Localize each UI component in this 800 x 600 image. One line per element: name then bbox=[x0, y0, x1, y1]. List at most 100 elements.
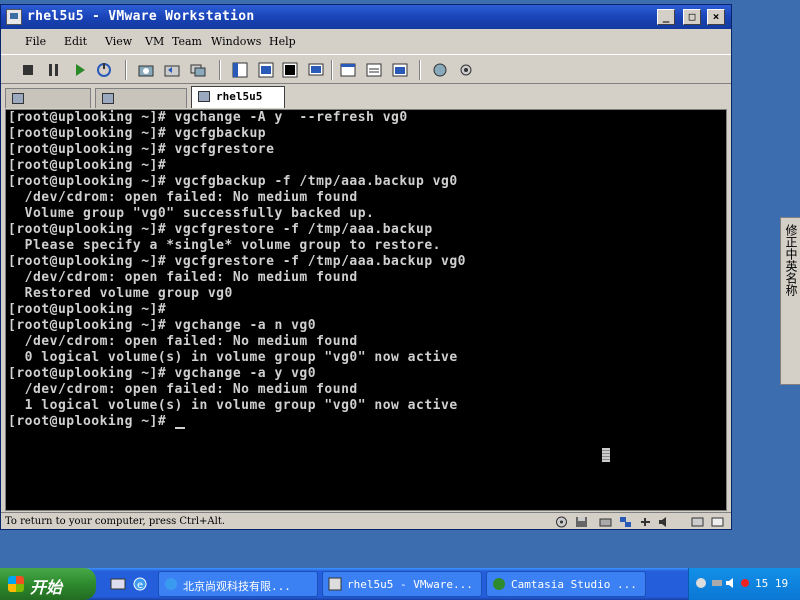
network-device-icon[interactable] bbox=[619, 516, 632, 528]
quick-switch-icon[interactable] bbox=[257, 61, 275, 79]
internet-explorer-icon[interactable]: e bbox=[132, 576, 148, 592]
clock: 15 19 bbox=[755, 577, 789, 590]
tab-vm-2[interactable] bbox=[95, 88, 187, 108]
reset-icon[interactable] bbox=[95, 61, 113, 79]
show-desktop-icon[interactable] bbox=[110, 576, 126, 592]
tab-label: rhel5u5 bbox=[216, 90, 263, 103]
windows-logo-icon bbox=[8, 576, 24, 592]
snapshot-manager-icon[interactable] bbox=[189, 61, 207, 79]
summary-view-icon[interactable] bbox=[339, 61, 357, 79]
window-title: rhel5u5 - VMware Workstation bbox=[27, 9, 255, 24]
status-text: To return to your computer, press Ctrl+A… bbox=[5, 516, 226, 527]
revert-snapshot-icon[interactable] bbox=[163, 61, 181, 79]
vmware-icon bbox=[328, 577, 342, 591]
taskbar-item-label: rhel5u5 - VMware... bbox=[347, 578, 473, 591]
status-flag-icon[interactable] bbox=[711, 516, 724, 528]
menu-vm[interactable]: VM bbox=[145, 35, 164, 48]
mouse-cursor-icon bbox=[602, 448, 610, 462]
taskbar-item-1[interactable]: 北京尚观科技有限... bbox=[158, 571, 318, 597]
tray-network-icon[interactable] bbox=[711, 577, 723, 589]
message-log-icon[interactable] bbox=[691, 516, 704, 528]
console-line: [root@uplooking ~]# vgcfgrestore -f /tmp… bbox=[8, 254, 466, 269]
vm-tab-icon bbox=[198, 91, 210, 102]
side-floating-panel[interactable]: 修正中英名称 bbox=[780, 217, 800, 385]
console-line: Volume group "vg0" successfully backed u… bbox=[8, 206, 375, 221]
console-line: [root@uplooking ~]# vgcfgbackup bbox=[8, 126, 267, 141]
console-line: [root@uplooking ~]# vgchange -a n vg0 bbox=[8, 318, 317, 333]
tray-misc-icon[interactable] bbox=[739, 577, 751, 589]
menu-help[interactable]: Help bbox=[269, 35, 296, 48]
side-panel-text: 修正中英名称 bbox=[784, 224, 798, 296]
toolbar-separator bbox=[331, 60, 333, 80]
taskbar: 开始 e 北京尚观科技有限... rhel5u5 - VMware... Cam… bbox=[0, 568, 800, 600]
menu-edit[interactable]: Edit bbox=[64, 35, 87, 48]
console-line: 0 logical volume(s) in volume group "vg0… bbox=[8, 350, 458, 365]
taskbar-item-label: Camtasia Studio ... bbox=[511, 578, 637, 591]
menu-windows[interactable]: Windows bbox=[211, 35, 261, 48]
snapshot-icon[interactable] bbox=[137, 61, 155, 79]
title-bar[interactable]: rhel5u5 - VMware Workstation _ □ × bbox=[1, 5, 731, 29]
console-prompt-line: [root@uplooking ~]# bbox=[8, 414, 185, 430]
sound-device-icon[interactable] bbox=[657, 516, 670, 528]
console-line: [root@uplooking ~]# vgchange -A y --refr… bbox=[8, 110, 408, 125]
browser-window-icon bbox=[165, 578, 177, 590]
vm-tab-icon bbox=[102, 93, 114, 104]
minimize-button[interactable]: _ bbox=[657, 9, 675, 25]
console-line: /dev/cdrom: open failed: No medium found bbox=[8, 382, 358, 397]
tab-rhel5u5[interactable]: rhel5u5 bbox=[191, 86, 285, 108]
console-line: /dev/cdrom: open failed: No medium found bbox=[8, 270, 358, 285]
cdrom-device-icon[interactable] bbox=[555, 516, 568, 528]
play-icon[interactable] bbox=[71, 61, 89, 79]
appliance-view-icon[interactable] bbox=[365, 61, 383, 79]
console-line: [root@uplooking ~]# vgchange -a y vg0 bbox=[8, 366, 317, 381]
preferences-icon[interactable] bbox=[457, 61, 475, 79]
console-line: 1 logical volume(s) in volume group "vg0… bbox=[8, 398, 458, 413]
text-cursor bbox=[174, 427, 185, 429]
console-line: /dev/cdrom: open failed: No medium found bbox=[8, 190, 358, 205]
menu-bar: File Edit View VM Team Windows Help bbox=[1, 31, 731, 53]
full-screen-icon[interactable] bbox=[307, 61, 325, 79]
vm-tab-icon bbox=[12, 93, 24, 104]
console-line: Please specify a *single* volume group t… bbox=[8, 238, 441, 253]
vm-console-screen[interactable]: [root@uplooking ~]# vgchange -A y --refr… bbox=[5, 109, 727, 511]
maximize-button[interactable]: □ bbox=[683, 9, 701, 25]
console-line: [root@uplooking ~]# bbox=[8, 302, 167, 317]
console-view-icon[interactable] bbox=[281, 61, 299, 79]
sidebar-toggle-icon[interactable] bbox=[231, 61, 249, 79]
power-off-icon[interactable] bbox=[19, 61, 37, 79]
menu-view[interactable]: View bbox=[105, 35, 132, 48]
status-bar: To return to your computer, press Ctrl+A… bbox=[1, 512, 731, 530]
vmware-app-icon bbox=[6, 9, 22, 25]
toolbar bbox=[1, 54, 731, 84]
console-line: Restored volume group vg0 bbox=[8, 286, 233, 301]
system-tray: 15 19 bbox=[688, 568, 800, 600]
vmware-window: rhel5u5 - VMware Workstation _ □ × File … bbox=[0, 4, 732, 530]
console-line: /dev/cdrom: open failed: No medium found bbox=[8, 334, 358, 349]
console-prompt: [root@uplooking ~]# bbox=[8, 414, 175, 429]
console-line: [root@uplooking ~]# vgcfgrestore bbox=[8, 142, 275, 157]
pause-icon[interactable] bbox=[45, 61, 63, 79]
camtasia-icon bbox=[493, 578, 505, 590]
svg-text:e: e bbox=[137, 580, 143, 591]
menu-team[interactable]: Team bbox=[172, 35, 202, 48]
taskbar-item-label: 北京尚观科技有限... bbox=[183, 580, 291, 593]
close-button[interactable]: × bbox=[707, 9, 725, 25]
taskbar-item-vmware[interactable]: rhel5u5 - VMware... bbox=[322, 571, 482, 597]
taskbar-item-camtasia[interactable]: Camtasia Studio ... bbox=[486, 571, 646, 597]
console-line: [root@uplooking ~]# vgcfgbackup -f /tmp/… bbox=[8, 174, 458, 189]
tab-vm-1[interactable] bbox=[5, 88, 91, 108]
usb-device-icon[interactable] bbox=[639, 516, 652, 528]
toolbar-separator bbox=[219, 60, 221, 80]
tray-volume-icon[interactable] bbox=[725, 577, 737, 589]
console-line: [root@uplooking ~]# vgcfgrestore -f /tmp… bbox=[8, 222, 433, 237]
menu-file[interactable]: File bbox=[25, 35, 46, 48]
start-button[interactable]: 开始 bbox=[0, 568, 96, 600]
floppy-device-icon[interactable] bbox=[575, 516, 588, 528]
hard-disk-device-icon[interactable] bbox=[599, 516, 612, 528]
toolbar-separator bbox=[419, 60, 421, 80]
console-line: [root@uplooking ~]# bbox=[8, 158, 167, 173]
console-tab-icon[interactable] bbox=[391, 61, 409, 79]
tray-app-icon[interactable] bbox=[695, 577, 707, 589]
unity-icon[interactable] bbox=[431, 61, 449, 79]
vm-tab-strip: rhel5u5 bbox=[1, 85, 731, 109]
